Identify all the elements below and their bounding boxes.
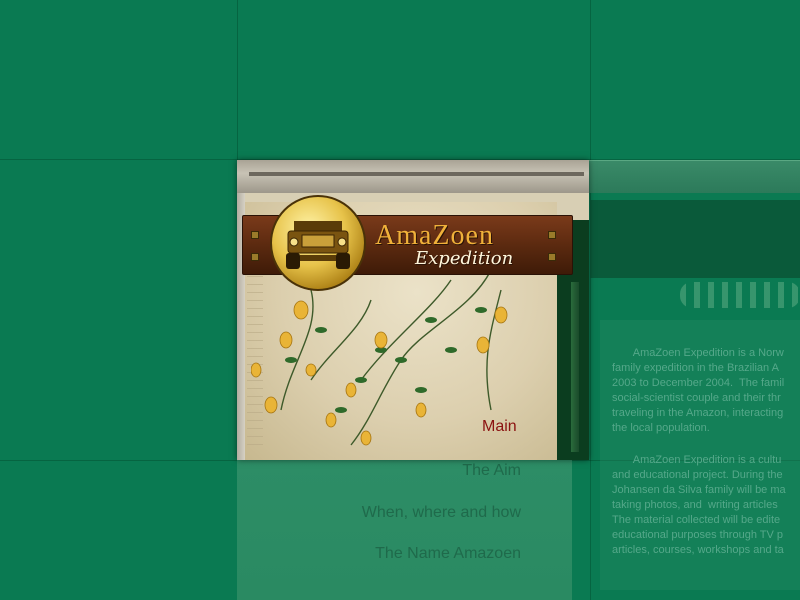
project-paragraph: AmaZoen Expedition is a cultu and educat… <box>612 454 786 556</box>
rivet <box>251 253 259 261</box>
header-bar-dimmed <box>590 200 800 278</box>
rivet <box>548 253 556 261</box>
menu-column-dimmed <box>237 460 572 600</box>
jeep-icon <box>286 221 350 269</box>
brand-subtitle: Expedition <box>415 248 514 269</box>
ornament-divider <box>680 282 800 308</box>
menu-link-the-aim[interactable]: The Aim <box>462 462 521 480</box>
logo-badge <box>270 195 366 291</box>
highlight-window: AmaZoen Expedition Main <box>237 160 589 460</box>
menu-link-main[interactable]: Main <box>482 418 517 436</box>
rivet <box>251 231 259 239</box>
frame-groove <box>249 172 584 176</box>
content-edge-inner <box>571 282 579 452</box>
menu-link-when-where-how[interactable]: When, where and how <box>362 504 521 522</box>
rivet <box>548 231 556 239</box>
overlay-guide-line <box>590 0 591 600</box>
intro-paragraph: AmaZoen Expedition is a Norw family expe… <box>612 347 785 434</box>
frame-top-border <box>237 160 589 193</box>
menu-link-name-amazoen[interactable]: The Name Amazoen <box>375 545 521 563</box>
